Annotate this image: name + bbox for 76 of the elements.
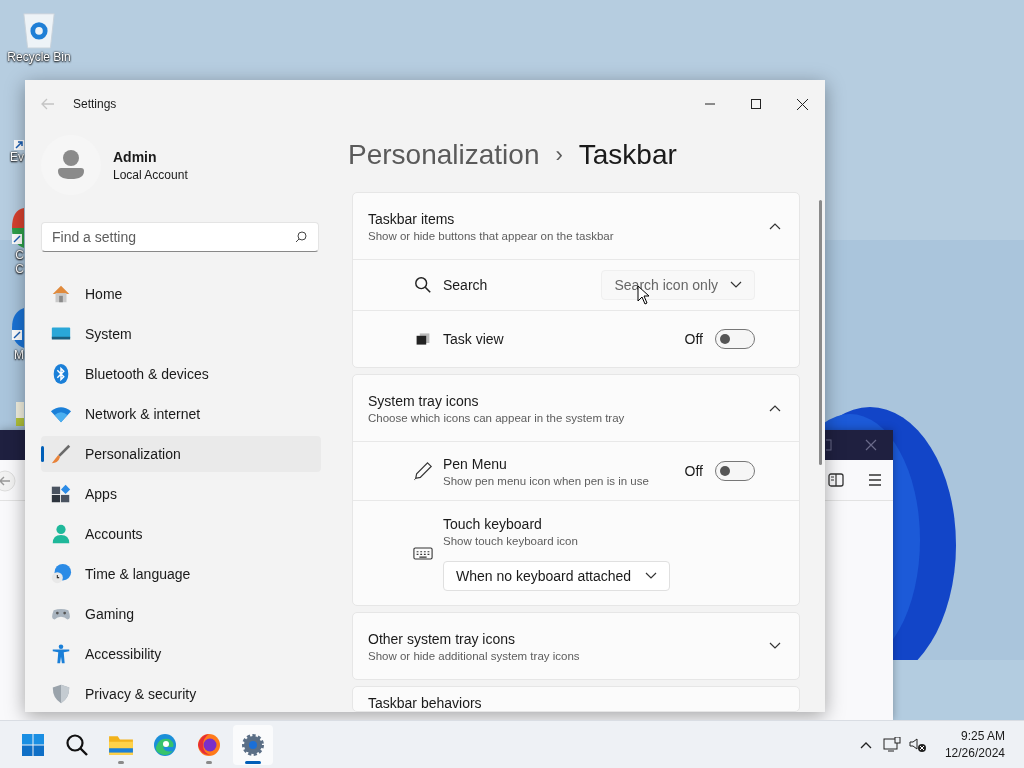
desktop-icon-label: M bbox=[14, 348, 24, 362]
person-icon bbox=[50, 523, 72, 545]
dropdown[interactable]: Search icon only bbox=[601, 270, 755, 300]
search-field[interactable]: Find a setting bbox=[41, 222, 319, 252]
close-icon[interactable] bbox=[796, 98, 808, 110]
section-title: Other system tray icons bbox=[368, 630, 517, 647]
chevron-icon[interactable] bbox=[769, 404, 781, 412]
shortcut-icon[interactable] bbox=[14, 140, 24, 150]
nav-item[interactable]: Personalization bbox=[41, 436, 321, 472]
chevron-icon[interactable] bbox=[730, 281, 742, 289]
page-title: Taskbar bbox=[578, 139, 677, 171]
breadcrumb-link[interactable]: Personalization bbox=[348, 139, 540, 171]
nav-item[interactable]: Accessibility bbox=[41, 636, 321, 672]
apps-icon bbox=[50, 483, 72, 505]
back-arrow-icon[interactable] bbox=[0, 470, 16, 492]
chevron-icon[interactable] bbox=[769, 642, 781, 650]
chevron-icon[interactable] bbox=[769, 222, 781, 230]
section-title: Taskbar behaviors bbox=[368, 696, 482, 711]
section-title: System tray icons bbox=[368, 392, 480, 409]
nav-item[interactable]: Network & internet bbox=[41, 396, 321, 432]
nav-item[interactable]: Time & language bbox=[41, 556, 321, 592]
setting-label: Touch keyboard bbox=[443, 515, 543, 532]
nav-item[interactable]: Home bbox=[41, 276, 321, 312]
setting-description: Show touch keyboard icon bbox=[443, 534, 579, 547]
gear-icon bbox=[241, 732, 265, 757]
windows-logo-icon bbox=[21, 732, 45, 757]
nav-item[interactable]: Gaming bbox=[41, 596, 321, 632]
toggle-switch[interactable] bbox=[715, 461, 755, 481]
search-icon[interactable] bbox=[295, 231, 307, 243]
accessibility-icon bbox=[50, 643, 72, 665]
taskbar-app-button[interactable] bbox=[233, 724, 273, 765]
scrollbar[interactable] bbox=[819, 200, 822, 465]
breadcrumb-separator: › bbox=[555, 142, 563, 168]
nav-item[interactable]: Accounts bbox=[41, 516, 321, 552]
fox-browser-icon bbox=[197, 732, 221, 757]
nav-item[interactable]: Apps bbox=[41, 476, 321, 512]
nav-item[interactable]: System bbox=[41, 316, 321, 352]
house-icon bbox=[50, 283, 72, 305]
menu-icon[interactable] bbox=[868, 474, 882, 486]
network-icon[interactable] bbox=[882, 736, 901, 753]
section-subtitle: Choose which icons can appear in the system tray bbox=[368, 411, 625, 424]
setting-label: Task view bbox=[443, 331, 504, 347]
section-subtitle: Show or hide buttons that appear on the taskbar bbox=[368, 229, 614, 242]
volume-muted-icon[interactable] bbox=[908, 736, 927, 753]
globe-clock-icon bbox=[50, 563, 72, 585]
desktop-icon-label: Ev bbox=[10, 150, 24, 164]
search-icon bbox=[65, 732, 89, 757]
chevron-up-icon[interactable] bbox=[859, 740, 872, 749]
search-icon bbox=[413, 276, 433, 294]
toggle-state: Off bbox=[684, 331, 703, 347]
app-shortcut-icon[interactable] bbox=[12, 208, 24, 248]
desktop-icon-label: Recycle Bin bbox=[7, 50, 71, 64]
section-title: Taskbar items bbox=[368, 210, 456, 227]
setting-label: Search bbox=[443, 277, 488, 293]
nav-item[interactable]: Bluetooth & devices bbox=[41, 356, 321, 392]
setting-label: Pen Menu bbox=[443, 455, 508, 472]
section-subtitle: Show or hide additional system tray icons bbox=[368, 649, 580, 662]
app-shortcut-icon[interactable] bbox=[12, 308, 24, 348]
dropdown[interactable]: When no keyboard attached bbox=[443, 560, 671, 591]
pen-icon bbox=[413, 461, 433, 481]
user-name: Admin bbox=[113, 148, 158, 165]
shield-icon bbox=[50, 683, 72, 705]
toggle-switch[interactable] bbox=[715, 329, 755, 349]
keyboard-icon bbox=[413, 545, 433, 561]
maximize-icon[interactable] bbox=[751, 99, 761, 109]
brush-icon bbox=[50, 443, 72, 465]
browser-wave-icon bbox=[153, 732, 177, 757]
desktop-icon-label: C C bbox=[15, 248, 24, 276]
nav-item[interactable]: Privacy & security bbox=[41, 676, 321, 712]
toggle-state: Off bbox=[684, 463, 703, 479]
account-type: Local Account bbox=[113, 167, 188, 182]
window-title: Settings bbox=[73, 97, 117, 111]
setting-description: Show pen menu icon when pen is in use bbox=[443, 474, 649, 487]
chevron-icon[interactable] bbox=[645, 571, 658, 580]
reader-view-icon[interactable] bbox=[828, 473, 844, 487]
clock[interactable]: 9:25 AM 12/26/2024 bbox=[944, 727, 1005, 762]
